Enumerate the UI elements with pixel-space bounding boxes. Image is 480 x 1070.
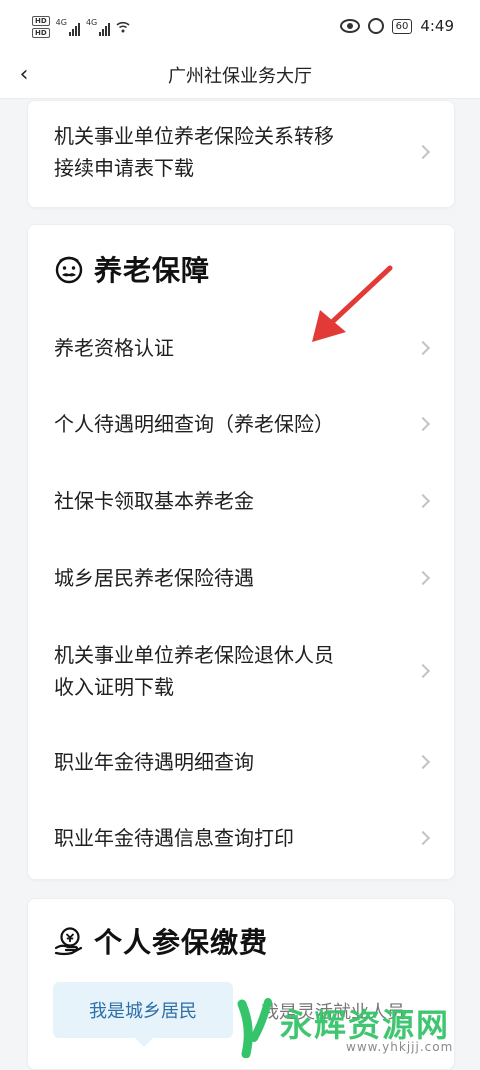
nav-bar: ‹ 广州社保业务大厅 (0, 50, 480, 99)
list-item-income-proof[interactable]: 机关事业单位养老保险退休人员 收入证明下载 (28, 635, 454, 707)
list-item-label: 社保卡领取基本养老金 (54, 489, 254, 513)
chevron-right-icon (415, 754, 431, 770)
list-item-label: 机关事业单位养老保险关系转移 接续申请表下载 (54, 124, 334, 180)
hd-badge: HD (32, 16, 50, 26)
status-time: 4:49 (420, 17, 454, 35)
alarm-icon (367, 18, 384, 34)
chevron-right-icon (415, 493, 431, 509)
list-item-label: 机关事业单位养老保险退休人员 收入证明下载 (54, 643, 334, 699)
list-item-resident-pension[interactable]: 城乡居民养老保险待遇 (28, 555, 454, 601)
list-item-label: 职业年金待遇明细查询 (54, 750, 254, 774)
status-right: 60 4:49 (339, 17, 454, 35)
list-item-label: 个人待遇明细查询（养老保险） (54, 412, 334, 436)
list-item-transfer-form[interactable]: 机关事业单位养老保险关系转移 接续申请表下载 (28, 117, 454, 187)
chevron-right-icon (415, 416, 431, 432)
signal-icon: 4G (86, 18, 111, 36)
chevron-right-icon (415, 663, 431, 679)
eye-icon (339, 19, 360, 33)
tab-urban-rural-resident[interactable]: 我是城乡居民 (53, 982, 233, 1047)
section-header-contribution: 个人参保缴费 (54, 921, 268, 961)
watermark: 永辉资源网 www.yhkjjj.com (228, 998, 468, 1060)
section-title: 养老保障 (94, 254, 211, 287)
battery-icon: 60 (391, 18, 413, 34)
chevron-right-icon (415, 340, 431, 356)
page-title: 广州社保业务大厅 (168, 66, 312, 87)
status-left: HD HD 4G 4G (32, 16, 130, 38)
list-item-annuity-print[interactable]: 职业年金待遇信息查询打印 (28, 815, 454, 861)
elderly-face-icon (55, 256, 83, 284)
status-bar: HD HD 4G 4G 60 4:49 (0, 0, 480, 50)
list-item-benefit-details[interactable]: 个人待遇明细查询（养老保险） (28, 401, 454, 447)
chevron-right-icon (415, 144, 431, 160)
list-item-label: 职业年金待遇信息查询打印 (54, 826, 294, 850)
section-title: 个人参保缴费 (94, 926, 269, 959)
chevron-right-icon (415, 570, 431, 586)
wifi-icon (116, 21, 130, 33)
signal-icon: 4G (56, 18, 80, 36)
hd-badge: HD (32, 28, 50, 38)
list-item-label: 城乡居民养老保险待遇 (54, 566, 254, 590)
watermark-url: www.yhkjjj.com (346, 1040, 454, 1054)
annotation-arrow-icon (312, 265, 393, 342)
watermark-logo-icon (237, 998, 272, 1058)
chevron-right-icon (415, 830, 431, 846)
top-card: 机关事业单位养老保险关系转移 接续申请表下载 (27, 100, 455, 208)
hd-badges: HD HD (32, 16, 50, 38)
list-item-card-pension[interactable]: 社保卡领取基本养老金 (28, 478, 454, 524)
payment-icon (54, 927, 83, 956)
section-header-pension: 养老保障 (54, 249, 210, 289)
list-item-annuity-details[interactable]: 职业年金待遇明细查询 (28, 739, 454, 785)
